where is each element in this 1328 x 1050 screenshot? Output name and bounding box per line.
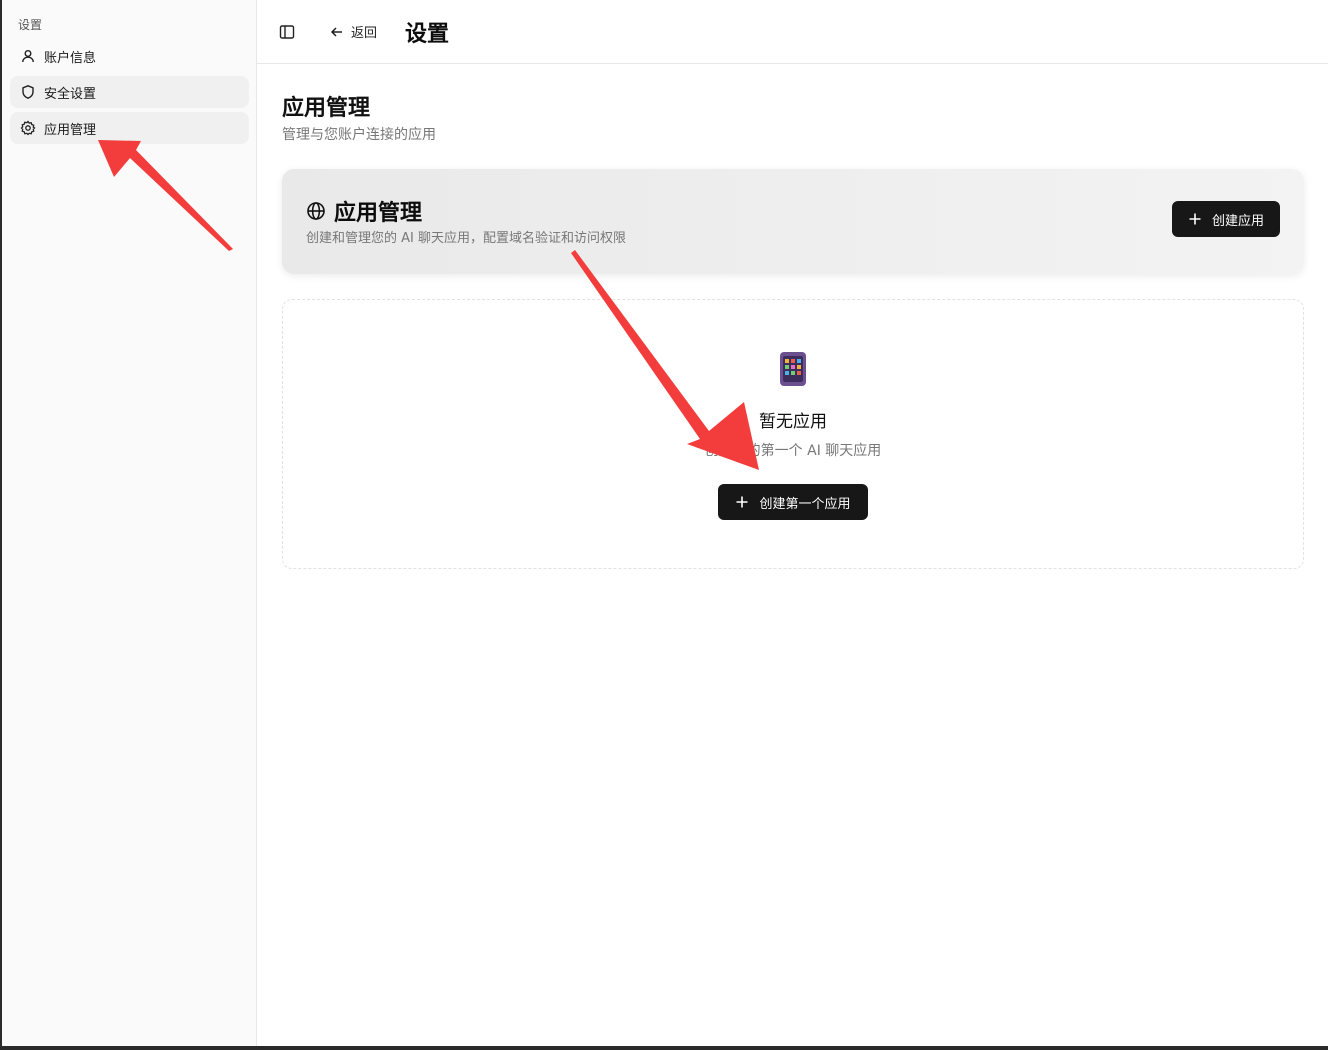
page-title: 应用管理 (282, 96, 371, 121)
globe-icon (306, 201, 326, 221)
header: 返回 设置 (257, 0, 1328, 64)
sidebar-group-label: 设置 (18, 18, 43, 32)
gear-icon (20, 120, 36, 136)
sidebar: 设置 账户信息 安全设置 应用管理 (0, 0, 257, 1046)
card-title-text: 应用管理 (334, 201, 423, 226)
app-management-card: 应用管理 创建和管理您的 AI 聊天应用，配置域名验证和访问权限 创建应用 (282, 169, 1304, 274)
window-bottom-edge (0, 1046, 1328, 1050)
app-grid-icon (780, 352, 806, 386)
card-title: 应用管理 (306, 195, 422, 227)
create-app-button[interactable]: 创建应用 (1172, 201, 1280, 237)
create-app-label: 创建应用 (1211, 213, 1264, 229)
plus-icon (1188, 212, 1202, 226)
back-button[interactable]: 返回 (329, 22, 377, 41)
empty-state-description: 创建您的第一个 AI 聊天应用 (704, 443, 882, 459)
sidebar-item-apps[interactable]: 应用管理 (10, 112, 249, 144)
create-first-app-label: 创建第一个应用 (759, 496, 851, 512)
create-first-app-button[interactable]: 创建第一个应用 (718, 484, 868, 520)
page-subtitle: 管理与您账户连接的应用 (282, 127, 436, 143)
arrow-left-icon (329, 24, 345, 40)
empty-state-title: 暂无应用 (759, 412, 827, 432)
sidebar-item-label: 账户信息 (44, 50, 97, 66)
card-description: 创建和管理您的 AI 聊天应用，配置域名验证和访问权限 (306, 231, 626, 246)
empty-state: 暂无应用 创建您的第一个 AI 聊天应用 创建第一个应用 (282, 299, 1304, 569)
header-title: 设置 (405, 22, 450, 47)
sidebar-item-label: 应用管理 (44, 122, 97, 138)
sidebar-item-label: 安全设置 (44, 86, 97, 102)
back-label: 返回 (351, 26, 378, 41)
plus-icon (735, 495, 749, 509)
sidebar-item-security[interactable]: 安全设置 (10, 76, 249, 108)
sidebar-item-account[interactable]: 账户信息 (10, 40, 249, 72)
user-icon (20, 48, 36, 64)
sidebar-toggle-icon[interactable] (278, 23, 296, 41)
shield-icon (20, 84, 36, 100)
